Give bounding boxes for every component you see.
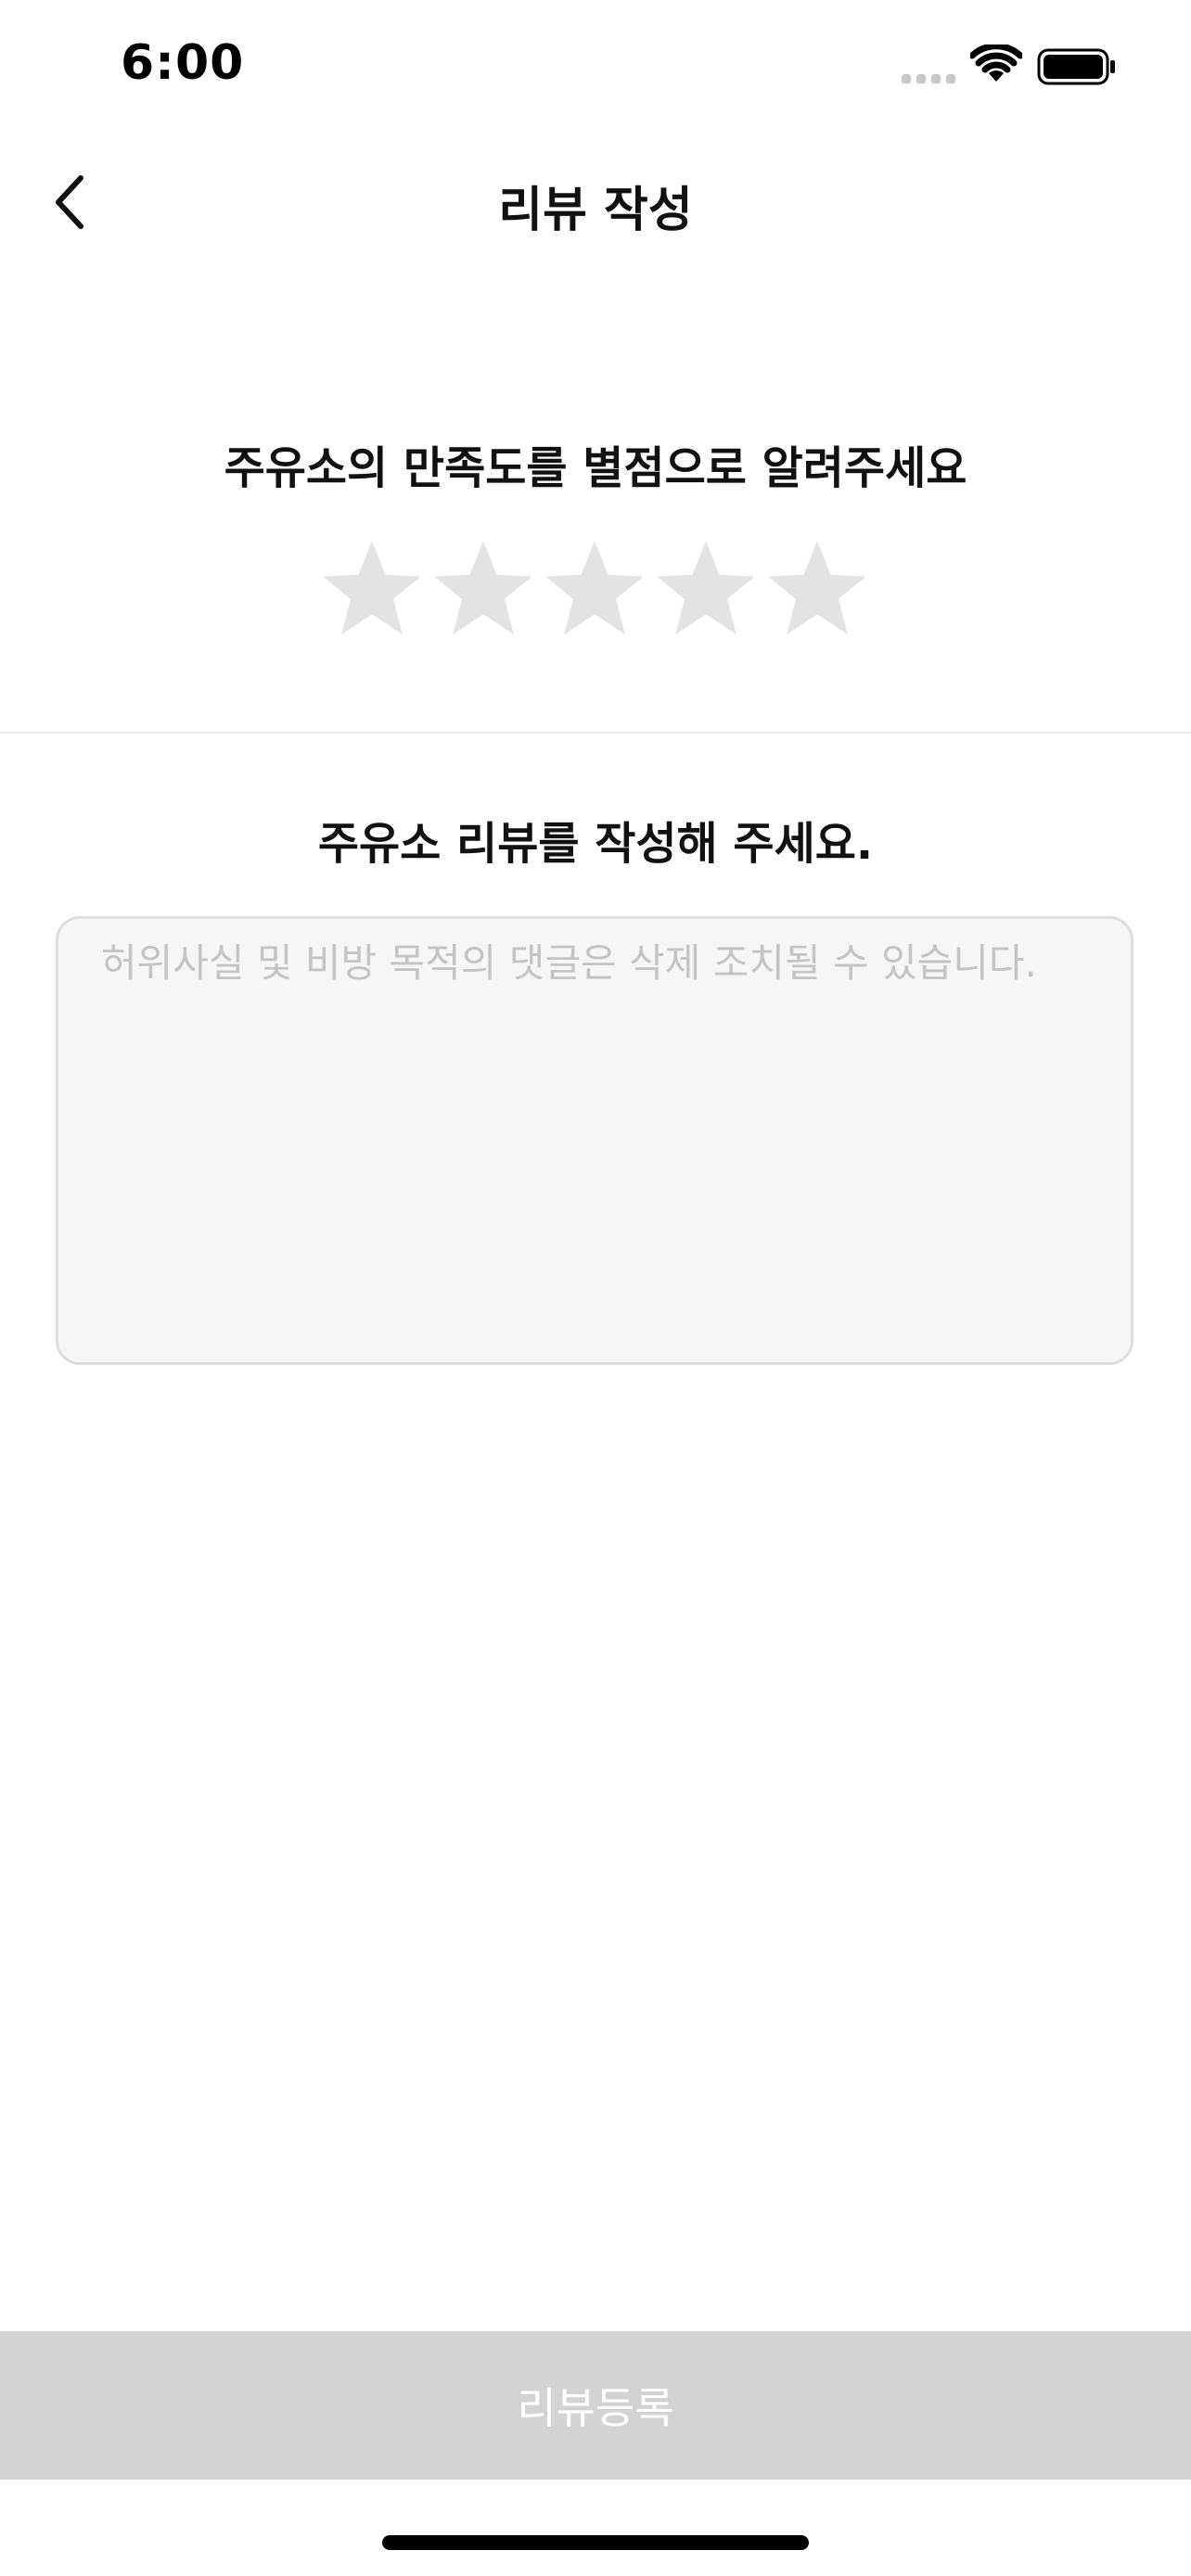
signal-dots-icon: [902, 74, 955, 83]
status-bar: 6:00: [0, 0, 1191, 130]
review-prompt: 주유소 리뷰를 작성해 주세요.: [317, 818, 874, 870]
wifi-icon: [970, 45, 1022, 82]
navigation-bar: 리뷰 작성: [0, 139, 1191, 265]
star-rating: [321, 538, 868, 640]
rating-prompt: 주유소의 만족도를 별점으로 알려주세요: [224, 442, 967, 494]
star-icon-2[interactable]: [432, 538, 534, 640]
section-divider: [0, 732, 1191, 733]
rating-section: 주유소의 만족도를 별점으로 알려주세요: [0, 417, 1191, 635]
page-title: 리뷰 작성: [498, 183, 693, 238]
home-indicator: [382, 2535, 809, 2550]
battery-icon: [1037, 48, 1115, 85]
star-icon-5[interactable]: [766, 538, 868, 640]
review-input-box: [56, 916, 1133, 1365]
submit-review-button[interactable]: 리뷰등록: [0, 2331, 1191, 2480]
star-icon-4[interactable]: [655, 538, 757, 640]
star-icon-1[interactable]: [321, 538, 423, 640]
review-textarea[interactable]: [58, 919, 1131, 1362]
status-time: 6:00: [121, 35, 245, 91]
star-icon-3[interactable]: [544, 538, 646, 640]
